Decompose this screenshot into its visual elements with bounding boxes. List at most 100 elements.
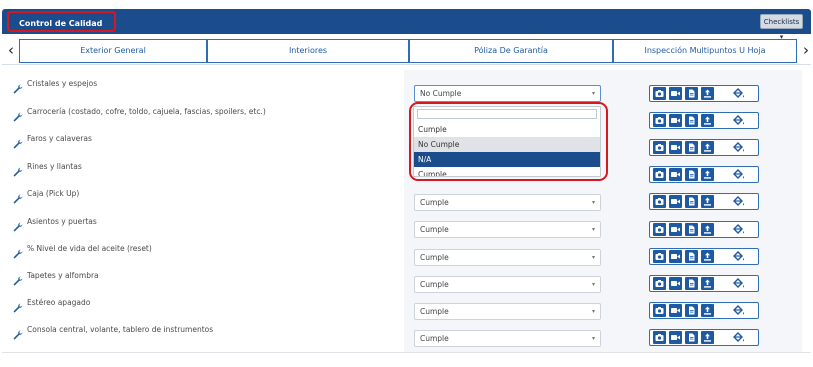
evidence-actions <box>649 275 759 292</box>
camera-icon[interactable] <box>653 304 666 317</box>
checklist-item-label: Rines y llantas <box>27 162 82 171</box>
fill-bucket-icon[interactable] <box>728 276 750 291</box>
evidence-actions <box>649 139 759 156</box>
video-icon[interactable] <box>669 87 682 100</box>
status-select-value: Cumple <box>420 198 449 207</box>
upload-icon[interactable] <box>701 141 714 154</box>
fill-bucket-icon[interactable] <box>728 222 750 237</box>
video-icon[interactable] <box>669 304 682 317</box>
upload-icon[interactable] <box>701 114 714 127</box>
fill-bucket-icon[interactable] <box>728 194 750 209</box>
upload-icon[interactable] <box>701 87 714 100</box>
status-select[interactable]: No Cumple ▾ <box>414 85 601 102</box>
upload-icon[interactable] <box>701 304 714 317</box>
fill-bucket-icon[interactable] <box>728 167 750 182</box>
status-select-value: Cumple <box>420 307 449 316</box>
document-icon[interactable] <box>685 87 698 100</box>
checklists-button[interactable]: Checklists ▾ <box>760 14 803 41</box>
chevron-down-icon: ▾ <box>591 90 595 97</box>
status-select-value: No Cumple <box>420 89 462 98</box>
camera-icon[interactable] <box>653 250 666 263</box>
fill-bucket-icon[interactable] <box>728 86 750 101</box>
fill-bucket-icon[interactable] <box>728 113 750 128</box>
chevron-down-icon: ▾ <box>591 335 595 342</box>
video-icon[interactable] <box>669 168 682 181</box>
video-icon[interactable] <box>669 195 682 208</box>
document-icon[interactable] <box>685 141 698 154</box>
chevron-down-icon: ▾ <box>591 254 595 261</box>
video-icon[interactable] <box>669 223 682 236</box>
dropdown-highlight <box>409 102 608 181</box>
status-select[interactable]: Cumple ▾ <box>414 249 601 266</box>
document-icon[interactable] <box>685 114 698 127</box>
upload-icon[interactable] <box>701 168 714 181</box>
camera-icon[interactable] <box>653 168 666 181</box>
wrench-icon <box>13 325 23 340</box>
status-select[interactable]: Cumple ▾ <box>414 303 601 320</box>
tab-interiores[interactable]: Interiores <box>207 39 409 63</box>
video-icon[interactable] <box>669 141 682 154</box>
document-icon[interactable] <box>685 277 698 290</box>
wrench-icon <box>13 298 23 313</box>
document-icon[interactable] <box>685 168 698 181</box>
document-icon[interactable] <box>685 223 698 236</box>
upload-icon[interactable] <box>701 195 714 208</box>
status-select-value: Cumple <box>420 225 449 234</box>
tab-exterior-general[interactable]: Exterior General <box>19 39 207 63</box>
video-icon[interactable] <box>669 331 682 344</box>
upload-icon[interactable] <box>701 250 714 263</box>
fill-bucket-icon[interactable] <box>728 303 750 318</box>
checklist-item-label: Caja (Pick Up) <box>27 189 80 198</box>
evidence-actions <box>649 302 759 319</box>
status-select-value: Cumple <box>420 334 449 343</box>
wrench-icon <box>13 162 23 177</box>
header-title: Control de Calidad <box>7 11 116 32</box>
camera-icon[interactable] <box>653 331 666 344</box>
divider <box>2 352 811 353</box>
wrench-icon <box>13 134 23 149</box>
checklist-item-label: Tapetes y alfombra <box>27 271 99 280</box>
tab-poliza-garantia[interactable]: Póliza De Garantía <box>409 39 613 63</box>
chevron-down-icon: ▾ <box>591 199 595 206</box>
video-icon[interactable] <box>669 277 682 290</box>
document-icon[interactable] <box>685 250 698 263</box>
document-icon[interactable] <box>685 195 698 208</box>
tabs-next-button[interactable]: › <box>799 39 813 63</box>
status-select[interactable]: Cumple ▾ <box>414 194 601 211</box>
camera-icon[interactable] <box>653 223 666 236</box>
fill-bucket-icon[interactable] <box>728 330 750 345</box>
tabs-prev-button[interactable]: ‹ <box>4 39 18 63</box>
video-icon[interactable] <box>669 250 682 263</box>
document-icon[interactable] <box>685 304 698 317</box>
video-icon[interactable] <box>669 114 682 127</box>
upload-icon[interactable] <box>701 223 714 236</box>
evidence-actions <box>649 221 759 238</box>
status-select[interactable]: Cumple ▾ <box>414 276 601 293</box>
chevron-down-icon: ▾ <box>591 308 595 315</box>
status-select[interactable]: Cumple ▾ <box>414 221 601 238</box>
evidence-actions <box>649 166 759 183</box>
upload-icon[interactable] <box>701 277 714 290</box>
camera-icon[interactable] <box>653 141 666 154</box>
checklist-item-label: Cristales y espejos <box>27 79 98 88</box>
tab-inspeccion-multipuntos[interactable]: Inspección Multipuntos U Hoja <box>613 39 797 63</box>
fill-bucket-icon[interactable] <box>728 249 750 264</box>
wrench-icon <box>13 217 23 232</box>
upload-icon[interactable] <box>701 331 714 344</box>
document-icon[interactable] <box>685 331 698 344</box>
camera-icon[interactable] <box>653 195 666 208</box>
wrench-icon <box>13 79 23 94</box>
wrench-icon <box>13 107 23 122</box>
fill-bucket-icon[interactable] <box>728 140 750 155</box>
evidence-actions <box>649 329 759 346</box>
chevron-down-icon: ▾ <box>591 281 595 288</box>
status-select-value: Cumple <box>420 280 449 289</box>
evidence-actions <box>649 248 759 265</box>
camera-icon[interactable] <box>653 277 666 290</box>
wrench-icon <box>13 271 23 286</box>
camera-icon[interactable] <box>653 114 666 127</box>
wrench-icon <box>13 189 23 204</box>
camera-icon[interactable] <box>653 87 666 100</box>
evidence-actions <box>649 112 759 129</box>
status-select[interactable]: Cumple ▾ <box>414 330 601 347</box>
